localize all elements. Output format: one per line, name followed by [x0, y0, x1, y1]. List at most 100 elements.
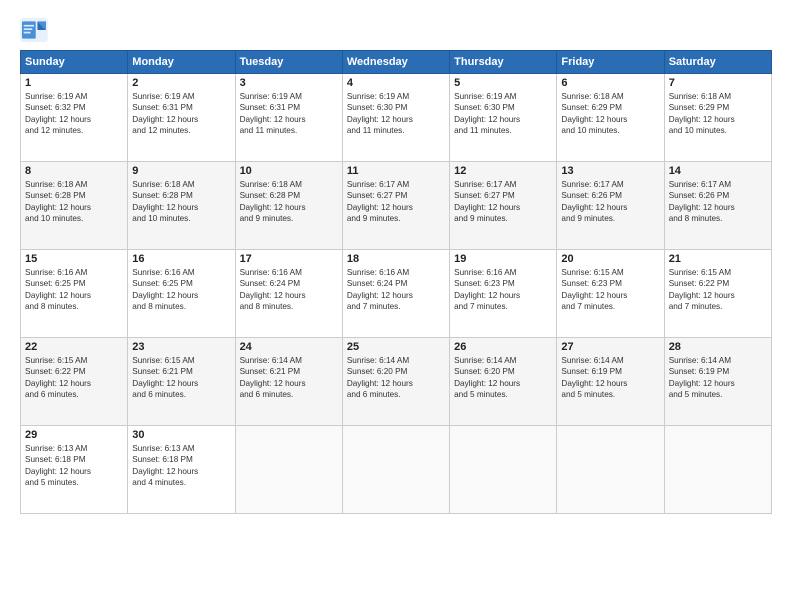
header	[20, 18, 772, 42]
cell-content: Sunrise: 6:19 AMSunset: 6:30 PMDaylight:…	[454, 91, 552, 137]
day-number: 2	[132, 77, 230, 89]
calendar-cell: 2 Sunrise: 6:19 AMSunset: 6:31 PMDaylight…	[128, 74, 235, 162]
calendar-cell: 27Sunrise: 6:14 AMSunset: 6:19 PMDayligh…	[557, 338, 664, 426]
calendar-cell	[342, 426, 449, 514]
logo	[20, 18, 52, 42]
calendar-cell	[664, 426, 771, 514]
day-number: 7	[669, 77, 767, 89]
calendar-cell: 8Sunrise: 6:18 AMSunset: 6:28 PMDaylight…	[21, 162, 128, 250]
cell-content: Sunrise: 6:17 AMSunset: 6:26 PMDaylight:…	[669, 179, 767, 225]
calendar-cell: 26 Sunrise: 6:14 AMSunset: 6:20 PMDayligh…	[450, 338, 557, 426]
calendar-header: SundayMondayTuesdayWednesdayThursdayFrid…	[21, 51, 772, 74]
calendar-cell: 21 Sunrise: 6:15 AMSunset: 6:22 PMDayligh…	[664, 250, 771, 338]
cell-content: Sunrise: 6:13 AMSunset: 6:18 PMDaylight:…	[25, 443, 123, 489]
cell-content: Sunrise: 6:18 AMSunset: 6:29 PMDaylight:…	[561, 91, 659, 137]
weekday-header-thursday: Thursday	[450, 51, 557, 74]
cell-content: Sunrise: 6:15 AMSunset: 6:21 PMDaylight:…	[132, 355, 230, 401]
weekday-header-saturday: Saturday	[664, 51, 771, 74]
calendar-cell: 12 Sunrise: 6:17 AMSunset: 6:27 PMDayligh…	[450, 162, 557, 250]
day-number: 24	[240, 341, 338, 353]
weekday-header-wednesday: Wednesday	[342, 51, 449, 74]
calendar-cell: 4 Sunrise: 6:19 AMSunset: 6:30 PMDaylight…	[342, 74, 449, 162]
calendar-cell: 5Sunrise: 6:19 AMSunset: 6:30 PMDaylight…	[450, 74, 557, 162]
cell-content: Sunrise: 6:16 AMSunset: 6:24 PMDaylight:…	[240, 267, 338, 313]
calendar-cell: 11Sunrise: 6:17 AMSunset: 6:27 PMDayligh…	[342, 162, 449, 250]
day-number: 1	[25, 77, 123, 89]
calendar-cell: 28Sunrise: 6:14 AMSunset: 6:19 PMDayligh…	[664, 338, 771, 426]
cell-content: Sunrise: 6:17 AMSunset: 6:27 PMDaylight:…	[454, 179, 552, 225]
calendar-cell: 19 Sunrise: 6:16 AMSunset: 6:23 PMDayligh…	[450, 250, 557, 338]
cell-content: Sunrise: 6:16 AMSunset: 6:25 PMDaylight:…	[132, 267, 230, 313]
day-number: 13	[561, 165, 659, 177]
calendar-cell	[450, 426, 557, 514]
day-number: 29	[25, 429, 123, 441]
day-number: 3	[240, 77, 338, 89]
day-number: 23	[132, 341, 230, 353]
weekday-header-tuesday: Tuesday	[235, 51, 342, 74]
calendar-cell: 24 Sunrise: 6:14 AMSunset: 6:21 PMDayligh…	[235, 338, 342, 426]
calendar-cell: 3 Sunrise: 6:19 AMSunset: 6:31 PMDaylight…	[235, 74, 342, 162]
calendar-cell: 14 Sunrise: 6:17 AMSunset: 6:26 PMDayligh…	[664, 162, 771, 250]
day-number: 25	[347, 341, 445, 353]
calendar-cell: 1Sunrise: 6:19 AMSunset: 6:32 PMDaylight…	[21, 74, 128, 162]
cell-content: Sunrise: 6:19 AMSunset: 6:30 PMDaylight:…	[347, 91, 445, 137]
calendar-cell: 29 Sunrise: 6:13 AMSunset: 6:18 PMDayligh…	[21, 426, 128, 514]
cell-content: Sunrise: 6:15 AMSunset: 6:22 PMDaylight:…	[25, 355, 123, 401]
cell-content: Sunrise: 6:14 AMSunset: 6:20 PMDaylight:…	[454, 355, 552, 401]
day-number: 17	[240, 253, 338, 265]
calendar-cell: 17 Sunrise: 6:16 AMSunset: 6:24 PMDayligh…	[235, 250, 342, 338]
day-number: 12	[454, 165, 552, 177]
day-number: 4	[347, 77, 445, 89]
day-number: 27	[561, 341, 659, 353]
calendar-week-1: 1Sunrise: 6:19 AMSunset: 6:32 PMDaylight…	[21, 74, 772, 162]
weekday-header-sunday: Sunday	[21, 51, 128, 74]
cell-content: Sunrise: 6:17 AMSunset: 6:26 PMDaylight:…	[561, 179, 659, 225]
calendar-cell: 25Sunrise: 6:14 AMSunset: 6:20 PMDayligh…	[342, 338, 449, 426]
day-number: 26	[454, 341, 552, 353]
calendar-cell: 6 Sunrise: 6:18 AMSunset: 6:29 PMDaylight…	[557, 74, 664, 162]
cell-content: Sunrise: 6:18 AMSunset: 6:28 PMDaylight:…	[240, 179, 338, 225]
cell-content: Sunrise: 6:15 AMSunset: 6:23 PMDaylight:…	[561, 267, 659, 313]
day-number: 10	[240, 165, 338, 177]
cell-content: Sunrise: 6:14 AMSunset: 6:21 PMDaylight:…	[240, 355, 338, 401]
cell-content: Sunrise: 6:16 AMSunset: 6:24 PMDaylight:…	[347, 267, 445, 313]
day-number: 18	[347, 253, 445, 265]
calendar-table: SundayMondayTuesdayWednesdayThursdayFrid…	[20, 50, 772, 514]
calendar-week-5: 29 Sunrise: 6:13 AMSunset: 6:18 PMDayligh…	[21, 426, 772, 514]
day-number: 16	[132, 253, 230, 265]
calendar-cell: 10 Sunrise: 6:18 AMSunset: 6:28 PMDayligh…	[235, 162, 342, 250]
cell-content: Sunrise: 6:19 AMSunset: 6:31 PMDaylight:…	[240, 91, 338, 137]
cell-content: Sunrise: 6:16 AMSunset: 6:23 PMDaylight:…	[454, 267, 552, 313]
day-number: 14	[669, 165, 767, 177]
calendar-cell: 16 Sunrise: 6:16 AMSunset: 6:25 PMDayligh…	[128, 250, 235, 338]
day-number: 9	[132, 165, 230, 177]
day-number: 20	[561, 253, 659, 265]
day-number: 8	[25, 165, 123, 177]
calendar-week-4: 22 Sunrise: 6:15 AMSunset: 6:22 PMDayligh…	[21, 338, 772, 426]
cell-content: Sunrise: 6:15 AMSunset: 6:22 PMDaylight:…	[669, 267, 767, 313]
calendar-cell: 9 Sunrise: 6:18 AMSunset: 6:28 PMDaylight…	[128, 162, 235, 250]
calendar-cell: 18 Sunrise: 6:16 AMSunset: 6:24 PMDayligh…	[342, 250, 449, 338]
cell-content: Sunrise: 6:18 AMSunset: 6:29 PMDaylight:…	[669, 91, 767, 137]
day-number: 11	[347, 165, 445, 177]
cell-content: Sunrise: 6:18 AMSunset: 6:28 PMDaylight:…	[132, 179, 230, 225]
calendar-body: 1Sunrise: 6:19 AMSunset: 6:32 PMDaylight…	[21, 74, 772, 514]
cell-content: Sunrise: 6:16 AMSunset: 6:25 PMDaylight:…	[25, 267, 123, 313]
day-number: 19	[454, 253, 552, 265]
calendar-page: SundayMondayTuesdayWednesdayThursdayFrid…	[0, 0, 792, 612]
calendar-cell: 23 Sunrise: 6:15 AMSunset: 6:21 PMDayligh…	[128, 338, 235, 426]
calendar-cell: 13 Sunrise: 6:17 AMSunset: 6:26 PMDayligh…	[557, 162, 664, 250]
weekday-header-friday: Friday	[557, 51, 664, 74]
calendar-cell: 15 Sunrise: 6:16 AMSunset: 6:25 PMDayligh…	[21, 250, 128, 338]
cell-content: Sunrise: 6:19 AMSunset: 6:31 PMDaylight:…	[132, 91, 230, 137]
day-number: 6	[561, 77, 659, 89]
weekday-row: SundayMondayTuesdayWednesdayThursdayFrid…	[21, 51, 772, 74]
day-number: 22	[25, 341, 123, 353]
day-number: 15	[25, 253, 123, 265]
day-number: 30	[132, 429, 230, 441]
calendar-cell: 20 Sunrise: 6:15 AMSunset: 6:23 PMDayligh…	[557, 250, 664, 338]
calendar-week-2: 8 Sunrise: 6:18 AMSunset: 6:28 PMDaylight…	[21, 162, 772, 250]
calendar-cell: 30Sunrise: 6:13 AMSunset: 6:18 PMDayligh…	[128, 426, 235, 514]
day-number: 21	[669, 253, 767, 265]
logo-icon	[20, 18, 48, 42]
